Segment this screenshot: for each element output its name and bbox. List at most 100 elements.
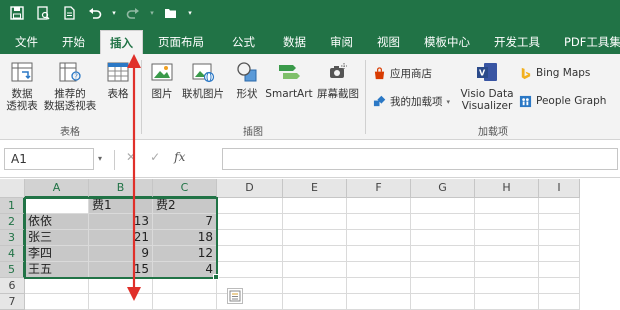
store-button[interactable]: 应用商店 (372, 66, 432, 81)
tab-review[interactable]: 审阅 (321, 30, 362, 54)
tab-developer[interactable]: 开发工具 (485, 30, 549, 54)
cell-g7[interactable] (411, 294, 475, 310)
people-graph-button[interactable]: People Graph (518, 94, 606, 108)
cell-d3[interactable] (217, 230, 283, 246)
column-header-i[interactable]: I (539, 179, 580, 198)
cell-e1[interactable] (283, 198, 347, 214)
open-folder-icon[interactable] (160, 2, 182, 24)
enter-icon[interactable]: ✓ (150, 150, 160, 164)
cell-h7[interactable] (475, 294, 539, 310)
recommended-pivot-button[interactable]: ? 推荐的 数据透视表 (40, 58, 100, 112)
column-header-d[interactable]: D (217, 179, 283, 198)
cell-a3[interactable]: 张三 (25, 230, 89, 246)
tab-file[interactable]: 文件 (6, 30, 47, 54)
column-header-b[interactable]: B (89, 179, 153, 198)
column-header-c[interactable]: C (153, 179, 217, 198)
cell-g4[interactable] (411, 246, 475, 262)
cell-h2[interactable] (475, 214, 539, 230)
cell-g3[interactable] (411, 230, 475, 246)
cell-i1[interactable] (539, 198, 580, 214)
row-header-1[interactable]: 1 (0, 198, 25, 214)
cell-f2[interactable] (347, 214, 411, 230)
cell-e2[interactable] (283, 214, 347, 230)
cell-f7[interactable] (347, 294, 411, 310)
save-icon[interactable] (6, 2, 28, 24)
pivot-table-button[interactable]: 数据 透视表 (4, 58, 40, 112)
cell-c4[interactable]: 12 (153, 246, 217, 262)
quick-analysis-button[interactable] (227, 288, 243, 304)
online-pictures-button[interactable]: 联机图片 (178, 58, 228, 100)
cell-e7[interactable] (283, 294, 347, 310)
cell-h1[interactable] (475, 198, 539, 214)
cell-a6[interactable] (25, 278, 89, 294)
cell-g5[interactable] (411, 262, 475, 278)
cell-e5[interactable] (283, 262, 347, 278)
cell-a2[interactable]: 依依 (25, 214, 89, 230)
shapes-button[interactable]: 形状 (230, 58, 264, 100)
formula-input[interactable] (222, 148, 618, 170)
cell-f3[interactable] (347, 230, 411, 246)
tab-page-layout[interactable]: 页面布局 (149, 30, 213, 54)
table-button[interactable]: 表格 (102, 58, 134, 100)
cell-f1[interactable] (347, 198, 411, 214)
column-header-f[interactable]: F (347, 179, 411, 198)
row-header-7[interactable]: 7 (0, 294, 25, 310)
cell-e6[interactable] (283, 278, 347, 294)
pictures-button[interactable]: 图片 (146, 58, 178, 100)
cell-b7[interactable] (89, 294, 153, 310)
cell-h3[interactable] (475, 230, 539, 246)
cell-a4[interactable]: 李四 (25, 246, 89, 262)
cell-i6[interactable] (539, 278, 580, 294)
name-box-dropdown-icon[interactable]: ▾ (98, 154, 102, 163)
cell-h5[interactable] (475, 262, 539, 278)
my-addins-button[interactable]: 我的加载项 ▾ (372, 94, 450, 109)
smartart-button[interactable]: SmartArt (264, 58, 314, 100)
screenshot-button[interactable]: 屏幕截图 (314, 58, 362, 100)
name-box[interactable]: A1 (4, 148, 94, 170)
cell-i2[interactable] (539, 214, 580, 230)
visio-visualizer-button[interactable]: V Visio Data Visualizer (458, 58, 516, 112)
cell-i5[interactable] (539, 262, 580, 278)
tab-insert[interactable]: 插入 (100, 30, 143, 54)
row-header-6[interactable]: 6 (0, 278, 25, 294)
cell-d1[interactable] (217, 198, 283, 214)
row-header-2[interactable]: 2 (0, 214, 25, 230)
cell-g1[interactable] (411, 198, 475, 214)
tab-home[interactable]: 开始 (53, 30, 94, 54)
customize-qat-icon[interactable]: ▾ (186, 2, 194, 24)
bing-maps-button[interactable]: Bing Maps (518, 66, 590, 80)
row-header-5[interactable]: 5 (0, 262, 25, 278)
cell-a7[interactable] (25, 294, 89, 310)
fill-handle[interactable] (213, 274, 219, 280)
cell-i4[interactable] (539, 246, 580, 262)
row-header-3[interactable]: 3 (0, 230, 25, 246)
tab-view[interactable]: 视图 (368, 30, 409, 54)
column-header-a[interactable]: A (25, 179, 89, 198)
cell-h6[interactable] (475, 278, 539, 294)
cell-h4[interactable] (475, 246, 539, 262)
cancel-icon[interactable]: ✕ (126, 150, 136, 164)
cell-b6[interactable] (89, 278, 153, 294)
cell-f5[interactable] (347, 262, 411, 278)
tab-formulas[interactable]: 公式 (223, 30, 264, 54)
cell-e4[interactable] (283, 246, 347, 262)
cell-a5[interactable]: 王五 (25, 262, 89, 278)
column-header-g[interactable]: G (411, 179, 475, 198)
cell-d5[interactable] (217, 262, 283, 278)
cell-g6[interactable] (411, 278, 475, 294)
insert-function-icon[interactable]: fx (174, 150, 185, 164)
cell-i7[interactable] (539, 294, 580, 310)
cell-b3[interactable]: 21 (89, 230, 153, 246)
cell-d4[interactable] (217, 246, 283, 262)
print-preview-icon[interactable] (32, 2, 54, 24)
cell-g2[interactable] (411, 214, 475, 230)
tab-pdf-tools[interactable]: PDF工具集 (555, 30, 620, 54)
cell-b5[interactable]: 15 (89, 262, 153, 278)
tab-template-center[interactable]: 模板中心 (415, 30, 479, 54)
cell-c2[interactable]: 7 (153, 214, 217, 230)
cell-c6[interactable] (153, 278, 217, 294)
cell-i3[interactable] (539, 230, 580, 246)
undo-dropdown-icon[interactable]: ▾ (110, 2, 118, 24)
column-header-h[interactable]: H (475, 179, 539, 198)
undo-icon[interactable] (84, 2, 106, 24)
